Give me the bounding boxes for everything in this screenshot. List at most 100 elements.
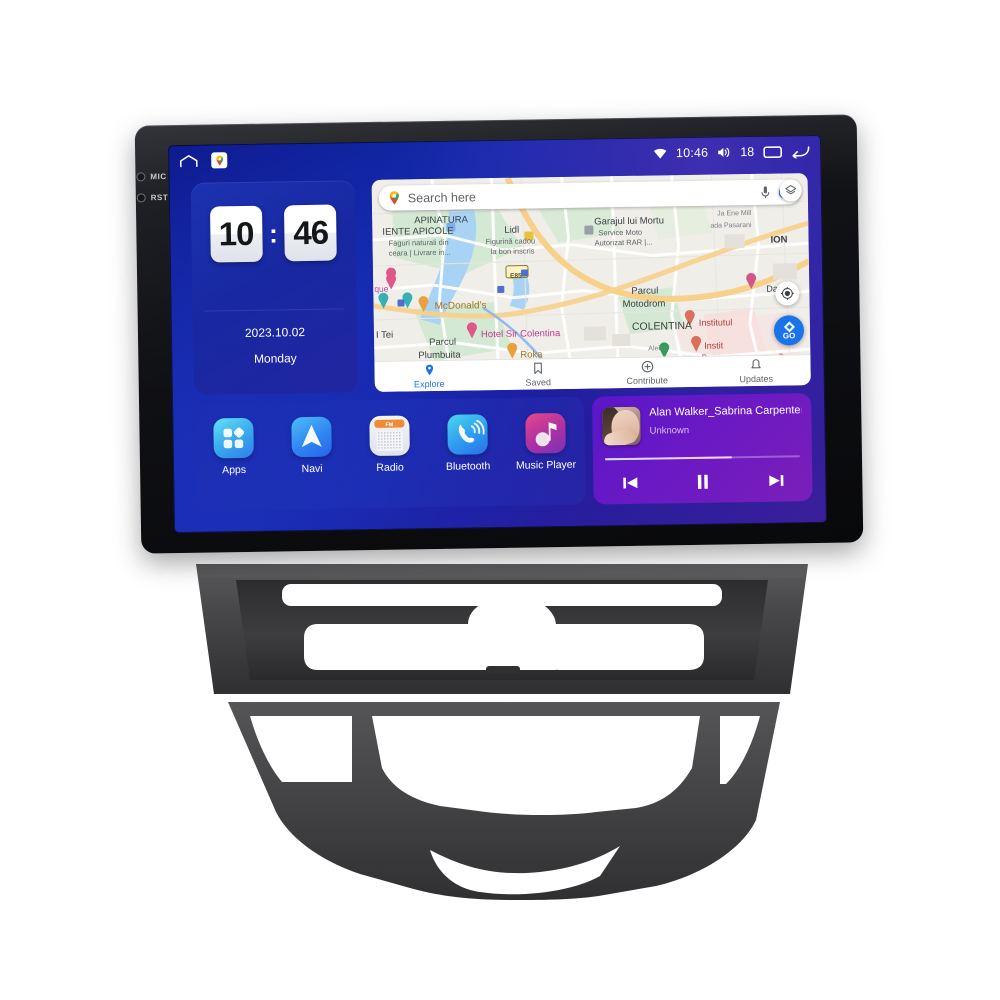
- map-nav-contribute[interactable]: Contribute: [592, 357, 701, 389]
- status-bar-left: [179, 152, 228, 169]
- map-label: Figurină cadou: [485, 236, 536, 247]
- pause-icon: [697, 474, 708, 489]
- home-icon[interactable]: [179, 154, 198, 167]
- volume-icon[interactable]: [717, 146, 731, 158]
- map-label: McDonald's: [434, 300, 487, 312]
- explore-pin-icon: [424, 364, 434, 378]
- dock-app-bluetooth-label: Bluetooth: [445, 460, 491, 473]
- dock-app-navi-label: Navi: [301, 462, 323, 476]
- dock-app-apps-label: Apps: [222, 463, 247, 477]
- bluetooth-phone-icon: [447, 414, 488, 455]
- map-label: Parcul: [631, 285, 659, 297]
- map-nav-explore[interactable]: Explore: [374, 360, 483, 392]
- music-player-widget[interactable]: Alan Walker_Sabrina Carpenter_F... Unkno…: [591, 393, 813, 505]
- dock-app-radio[interactable]: FM Radio: [356, 415, 423, 474]
- map-nav-saved-label: Saved: [525, 376, 552, 388]
- search-pin-icon: [387, 190, 402, 205]
- back-icon[interactable]: [791, 145, 810, 158]
- maps-widget[interactable]: APINATURA IENTE APICOLE Faguri naturali di…: [371, 173, 811, 392]
- map-label: Institutul: [698, 317, 733, 328]
- map-search-placeholder: Search here: [407, 189, 477, 205]
- music-meta: Alan Walker_Sabrina Carpenter_F... Unkno…: [602, 404, 802, 446]
- dock-app-navi[interactable]: Navi: [278, 416, 345, 475]
- map-label: Faguri naturali din: [388, 237, 449, 248]
- map-label: Autorizat RAR |...: [594, 237, 653, 248]
- music-progress-fill: [604, 456, 732, 461]
- dashboard-fascia-trim: [0, 520, 1000, 940]
- apps-grid-icon: [213, 417, 254, 459]
- microphone-icon[interactable]: [761, 186, 770, 199]
- dock-app-apps[interactable]: Apps: [200, 417, 267, 477]
- map-nav-explore-label: Explore: [413, 378, 445, 389]
- map-label: ceara | Livrare in...: [388, 247, 451, 258]
- mic-button-dot: [136, 172, 146, 182]
- contribute-plus-icon: [641, 360, 653, 374]
- map-nav-saved[interactable]: Saved: [483, 359, 592, 391]
- clock-divider: [204, 308, 345, 312]
- flip-clock: 10 : 46: [191, 204, 356, 263]
- music-note-icon: [525, 412, 566, 454]
- map-label: Service Moto: [598, 227, 643, 238]
- map-label: Motodrom: [622, 298, 666, 311]
- dock-app-music-player-label: Music Player: [515, 458, 577, 472]
- clock-hours: 10: [209, 205, 263, 263]
- navigation-arrow-icon: [291, 416, 332, 458]
- map-label: E85: [510, 272, 522, 280]
- clock-widget[interactable]: 10 : 46 2023.10.02 Monday: [190, 180, 358, 395]
- map-label: IENTE APICOLE: [382, 225, 454, 238]
- status-bar-right: 10:46 18: [653, 144, 810, 160]
- map-label: I Tei: [375, 329, 394, 341]
- map-label: Hotel Sir Colentina: [480, 328, 561, 341]
- map-label: Aleilor: [648, 345, 668, 353]
- map-label: ION: [770, 234, 788, 246]
- dock-app-bluetooth[interactable]: Bluetooth: [434, 414, 501, 473]
- maps-shortcut-icon[interactable]: [211, 152, 228, 169]
- radio-fm-icon: FM: [369, 415, 410, 457]
- bookmark-icon: [533, 362, 542, 376]
- album-art-thumbnail: [602, 406, 641, 446]
- map-nav-updates[interactable]: Updates: [701, 355, 810, 387]
- clock-date: 2023.10.02: [244, 325, 306, 340]
- svg-text:FM: FM: [385, 422, 393, 428]
- music-controls: [593, 469, 812, 494]
- skip-next-icon: [768, 475, 783, 487]
- next-track-button[interactable]: [763, 469, 789, 491]
- previous-track-button[interactable]: [617, 472, 643, 494]
- bell-icon: [750, 358, 761, 372]
- reset-button-dot: [136, 193, 146, 203]
- pause-button[interactable]: [690, 471, 716, 493]
- touchscreen-display[interactable]: 10:46 18 10: 46 2023.10.02 Monday APINA…: [167, 134, 828, 534]
- car-head-unit-product-image: MIC RST 10:46 18 10: 46 2023.10.02 Mond…: [0, 0, 1000, 1000]
- music-progress-bar[interactable]: [604, 455, 800, 461]
- map-label: Garajul lui Mortu: [594, 215, 665, 228]
- mic-button-label: MIC: [150, 172, 167, 182]
- music-artist: Unknown: [649, 424, 690, 437]
- reset-button-label: RST: [150, 192, 169, 203]
- skip-previous-icon: [622, 477, 637, 489]
- map-label: APINATURA: [414, 214, 468, 227]
- dock-app-music-player[interactable]: Music Player: [512, 412, 579, 472]
- volume-level: 18: [740, 144, 755, 160]
- map-label: Instit: [704, 340, 724, 351]
- map-label: ada Pasarani: [710, 221, 752, 230]
- map-bottom-nav: Explore Saved Contribute Updates: [374, 354, 811, 392]
- map-nav-contribute-label: Contribute: [626, 374, 669, 386]
- map-label: que: [374, 283, 389, 294]
- music-track-title: Alan Walker_Sabrina Carpenter_F...: [649, 404, 802, 419]
- music-text: Alan Walker_Sabrina Carpenter_F... Unkno…: [649, 404, 801, 436]
- map-go-label: GO: [782, 331, 796, 341]
- map-label: Ja Ene Mill: [717, 209, 752, 218]
- clock-weekday: Monday: [253, 351, 297, 366]
- status-bar-clock: 10:46: [675, 145, 709, 161]
- map-label: Parcul: [429, 336, 457, 349]
- fascia-svg: [196, 564, 808, 900]
- map-label: COLENTINA: [631, 319, 693, 333]
- clock-minutes: 46: [284, 204, 338, 262]
- map-label: la bon inscris: [490, 246, 535, 257]
- recents-icon[interactable]: [763, 145, 783, 158]
- wifi-icon: [653, 148, 667, 159]
- dock-app-radio-label: Radio: [376, 461, 404, 474]
- clock-colon: :: [268, 218, 278, 249]
- map-label: Lidl: [504, 224, 520, 236]
- app-dock-row: Apps Navi FM Radio Bluetooth Music Playe…: [194, 412, 585, 477]
